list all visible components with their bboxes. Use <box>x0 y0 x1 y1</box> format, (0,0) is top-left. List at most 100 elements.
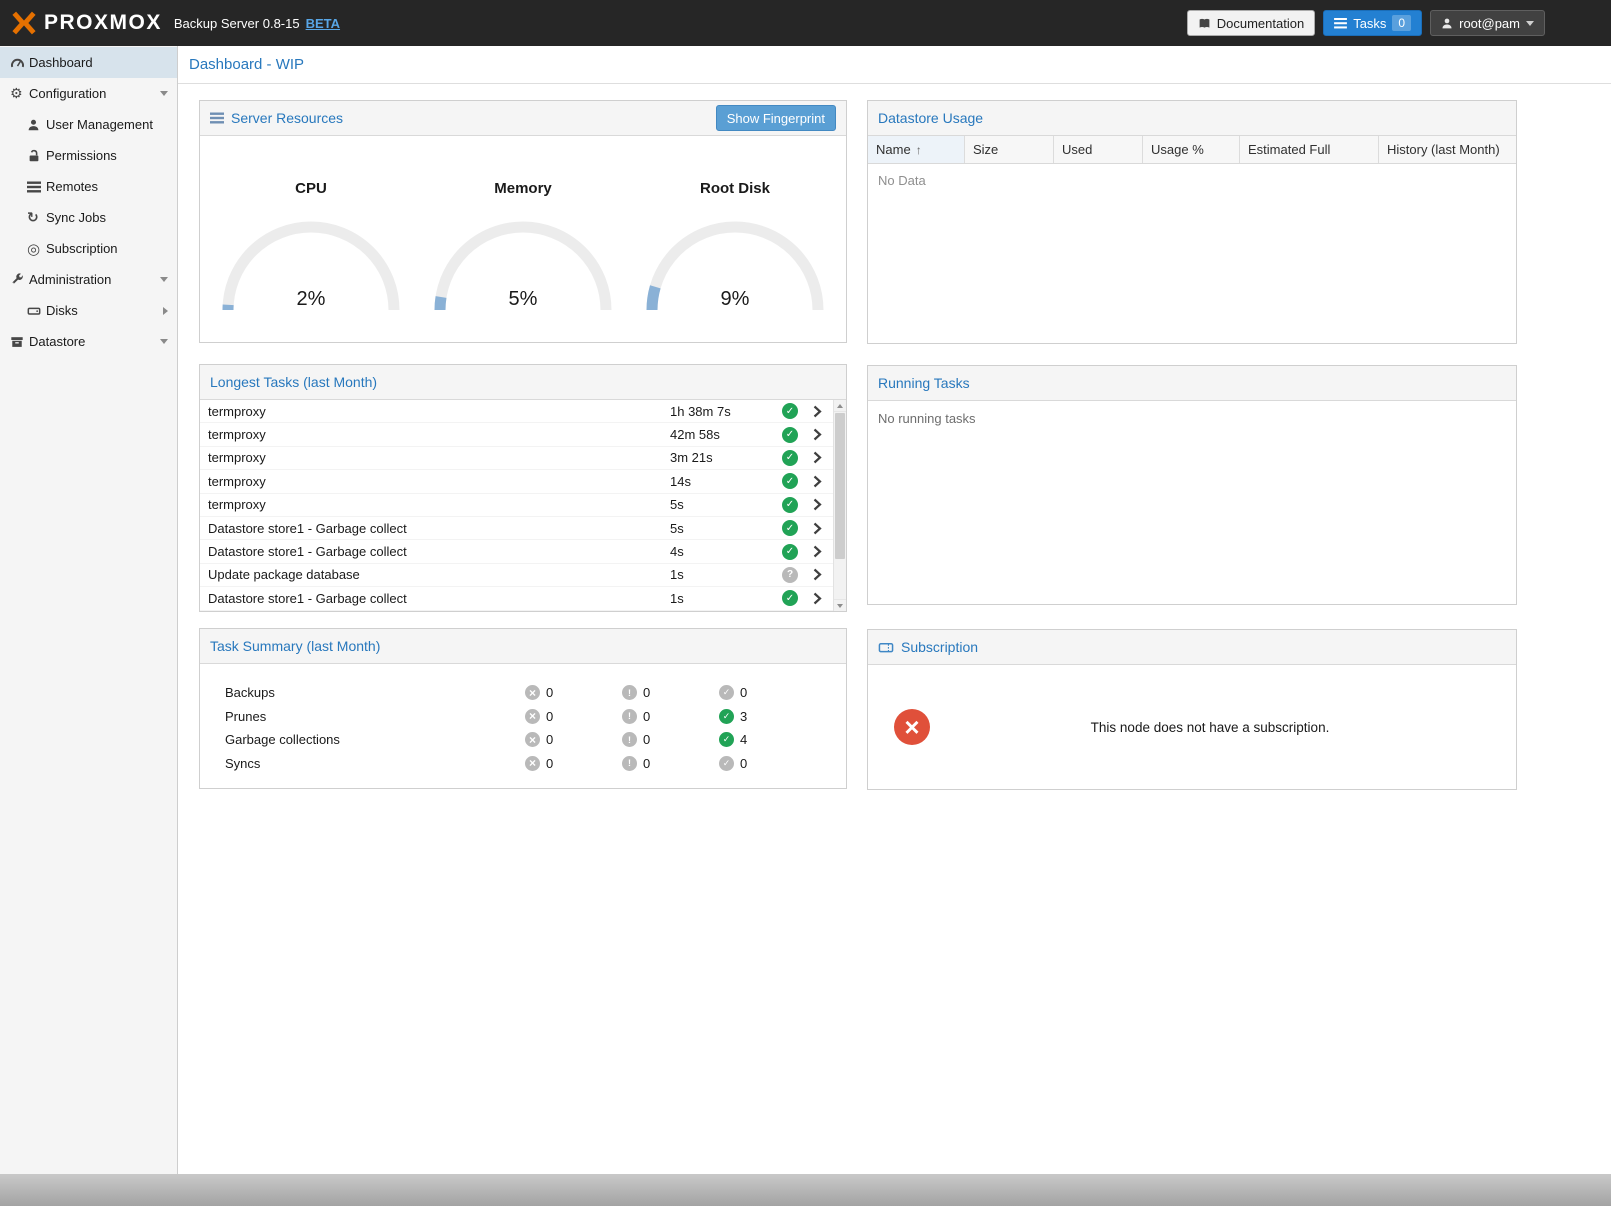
task-name: Datastore store1 - Garbage collect <box>208 591 670 606</box>
summary-label: Syncs <box>200 756 525 771</box>
status-ok-icon <box>782 473 798 489</box>
summary-row-garbage-collections[interactable]: Garbage collections 0 0 4 <box>200 728 846 752</box>
chevron-right-icon[interactable] <box>805 522 829 535</box>
error-count: 0 <box>546 685 553 700</box>
sidebar-label: Sync Jobs <box>46 210 168 225</box>
gauge-root-disk-value: 9% <box>644 288 826 311</box>
task-row[interactable]: termproxy 5s <box>200 494 833 517</box>
show-fingerprint-button[interactable]: Show Fingerprint <box>716 105 836 131</box>
gears-icon: ⚙ <box>10 85 29 102</box>
hdd-icon <box>27 304 46 318</box>
gauge-memory-value: 5% <box>432 288 614 311</box>
column-header-size[interactable]: Size <box>965 136 1054 163</box>
sidebar-item-dashboard[interactable]: Dashboard <box>0 47 177 78</box>
error-count: 0 <box>546 756 553 771</box>
chevron-right-icon[interactable] <box>805 475 829 488</box>
logo-text: PROXMOX <box>44 11 162 35</box>
app-window: PROXMOX Backup Server 0.8-15 BETA Docume… <box>0 0 1611 1206</box>
chevron-right-icon[interactable] <box>805 545 829 558</box>
sidebar-item-remotes[interactable]: Remotes <box>0 171 177 202</box>
column-header-name[interactable]: Name ↑ <box>868 136 965 163</box>
task-row[interactable]: termproxy 42m 58s <box>200 423 833 446</box>
sidebar-label: Remotes <box>46 179 168 194</box>
task-row[interactable]: termproxy 3m 21s <box>200 447 833 470</box>
warning-count: 0 <box>643 732 650 747</box>
subscription-message: This node does not have a subscription. <box>930 720 1490 735</box>
sidebar-item-subscription[interactable]: ◎ Subscription <box>0 233 177 264</box>
scrollbar-thumb[interactable] <box>835 413 845 559</box>
sidebar-label: Configuration <box>29 86 160 101</box>
summary-row-syncs[interactable]: Syncs 0 0 0 <box>200 752 846 776</box>
column-header-usage-percent[interactable]: Usage % <box>1143 136 1240 163</box>
scrollbar[interactable] <box>833 400 846 611</box>
gauge-memory: Memory 5% <box>432 180 614 342</box>
app-version-title: Backup Server 0.8-15 <box>174 16 300 31</box>
chevron-right-icon[interactable] <box>805 451 829 464</box>
ok-count: 0 <box>740 685 747 700</box>
summary-row-prunes[interactable]: Prunes 0 0 3 <box>200 705 846 729</box>
task-row[interactable]: termproxy 1h 38m 7s <box>200 400 833 423</box>
task-row[interactable]: Update package database 1s <box>200 564 833 587</box>
documentation-label: Documentation <box>1217 16 1304 31</box>
status-ok-icon <box>782 520 798 536</box>
task-name: termproxy <box>208 497 670 512</box>
chevron-right-icon[interactable] <box>805 498 829 511</box>
task-duration: 1h 38m 7s <box>670 404 775 419</box>
task-duration: 5s <box>670 497 775 512</box>
gauge-root-disk-label: Root Disk <box>644 180 826 197</box>
gauge-root-disk: Root Disk 9% <box>644 180 826 342</box>
user-menu-button[interactable]: root@pam <box>1430 10 1545 36</box>
ok-count: 0 <box>740 756 747 771</box>
longest-tasks-header: Longest Tasks (last Month) <box>200 365 846 400</box>
server-resources-body: CPU 2% Memory <box>200 136 846 342</box>
status-ok-icon <box>782 450 798 466</box>
running-tasks-title: Running Tasks <box>878 375 970 391</box>
chevron-down-icon[interactable] <box>160 277 168 282</box>
dashboard-content: Server Resources Show Fingerprint CPU <box>178 84 1611 790</box>
status-ok-icon <box>782 497 798 513</box>
task-row[interactable]: Datastore store1 - Garbage collect 5s <box>200 517 833 540</box>
wrench-icon <box>10 273 29 287</box>
task-duration: 1s <box>670 591 775 606</box>
longest-tasks-title: Longest Tasks (last Month) <box>210 374 377 390</box>
task-row[interactable]: termproxy 14s <box>200 470 833 493</box>
ok-count-icon <box>719 709 734 724</box>
task-name: termproxy <box>208 404 670 419</box>
tasks-button[interactable]: Tasks 0 <box>1323 10 1422 36</box>
server-resources-panel: Server Resources Show Fingerprint CPU <box>199 100 847 343</box>
refresh-icon: ↻ <box>27 209 46 226</box>
datastore-usage-table-header: Name ↑ Size Used Usage % Estimated Full … <box>868 136 1516 164</box>
sidebar-label: Disks <box>46 303 163 318</box>
column-header-estimated-full[interactable]: Estimated Full <box>1240 136 1379 163</box>
chevron-right-icon[interactable] <box>805 592 829 605</box>
sidebar-item-configuration[interactable]: ⚙ Configuration <box>0 78 177 109</box>
chevron-down-icon[interactable] <box>160 339 168 344</box>
beta-link[interactable]: BETA <box>306 16 340 31</box>
sidebar-item-administration[interactable]: Administration <box>0 264 177 295</box>
column-header-history[interactable]: History (last Month) <box>1379 136 1516 163</box>
sidebar-item-permissions[interactable]: Permissions <box>0 140 177 171</box>
sidebar-item-sync-jobs[interactable]: ↻ Sync Jobs <box>0 202 177 233</box>
sidebar-item-user-management[interactable]: User Management <box>0 109 177 140</box>
status-unknown-icon <box>782 567 798 583</box>
chevron-down-icon[interactable] <box>160 91 168 96</box>
column-header-used[interactable]: Used <box>1054 136 1143 163</box>
chevron-right-icon[interactable] <box>805 405 829 418</box>
proxmox-logo: PROXMOX <box>10 10 162 36</box>
sidebar-item-disks[interactable]: Disks <box>0 295 177 326</box>
task-row[interactable]: Datastore store1 - Garbage collect 4s <box>200 540 833 563</box>
no-data-text: No Data <box>878 173 926 188</box>
status-ok-icon <box>782 544 798 560</box>
running-tasks-header: Running Tasks <box>868 366 1516 401</box>
chevron-right-icon[interactable] <box>805 428 829 441</box>
sidebar-item-datastore[interactable]: Datastore <box>0 326 177 357</box>
scroll-up-button[interactable] <box>834 400 846 412</box>
summary-row-backups[interactable]: Backups 0 0 0 <box>200 681 846 705</box>
task-duration: 42m 58s <box>670 427 775 442</box>
documentation-button[interactable]: Documentation <box>1187 10 1315 36</box>
task-duration: 5s <box>670 521 775 536</box>
scroll-down-button[interactable] <box>834 599 846 611</box>
chevron-right-icon[interactable] <box>163 307 168 315</box>
task-row[interactable]: Datastore store1 - Garbage collect 1s <box>200 587 833 610</box>
chevron-right-icon[interactable] <box>805 568 829 581</box>
